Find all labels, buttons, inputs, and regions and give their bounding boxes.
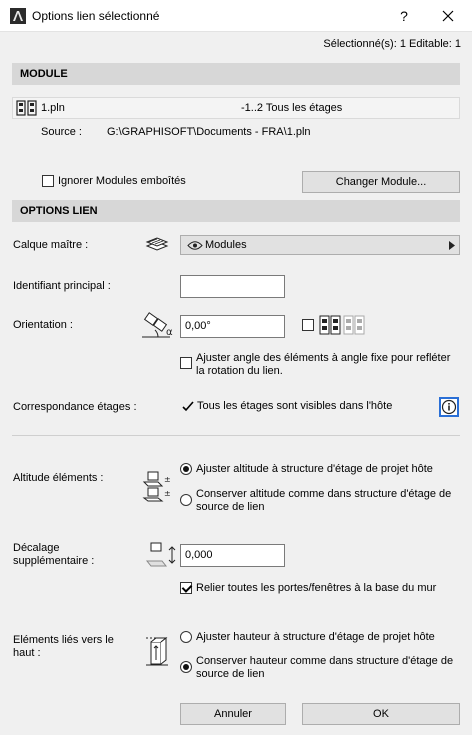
footer-bar: Annuler OK	[0, 693, 472, 735]
info-button[interactable]	[439, 397, 459, 417]
elevation-label: Altitude éléments :	[13, 472, 104, 484]
main-id-label: Identifiant principal :	[13, 280, 111, 292]
module-section-header: MODULE	[12, 63, 460, 85]
master-layer-label: Calque maître :	[13, 239, 89, 251]
layer-icon	[145, 237, 169, 251]
svg-text:α: α	[166, 327, 173, 338]
help-button[interactable]: ?	[392, 6, 416, 26]
story-match-value: Tous les étages sont visibles dans l'hôt…	[197, 400, 393, 412]
master-layer-dropdown[interactable]: Modules	[180, 235, 460, 255]
top-option-adjust: Ajuster hauteur à structure d'étage de p…	[196, 631, 435, 643]
svg-text:±: ±	[164, 489, 171, 498]
orientation-angle-icon: α	[142, 312, 173, 338]
offset-label: Décalage supplémentaire :	[13, 542, 95, 567]
cancel-button[interactable]: Annuler	[180, 703, 286, 725]
mirror-checkbox[interactable]	[302, 319, 314, 331]
top-linked-icon	[146, 636, 168, 666]
checkmark-icon	[182, 401, 194, 412]
title-bar: Options lien sélectionné ?	[0, 0, 472, 32]
svg-text:±: ±	[164, 475, 171, 484]
mirror-module-icon	[319, 315, 365, 335]
main-id-input[interactable]	[180, 275, 285, 298]
elevation-icon: ± ±	[142, 471, 171, 502]
selection-info: Sélectionné(s): 1 Editable: 1	[323, 38, 461, 50]
chevron-right-icon	[449, 241, 455, 250]
window-title: Options lien sélectionné	[32, 9, 160, 23]
adjust-angle-checkbox[interactable]	[180, 357, 192, 369]
offset-input[interactable]: 0,000	[180, 544, 285, 567]
elevation-radio-adjust[interactable]	[180, 463, 192, 475]
elevation-radio-keep[interactable]	[180, 494, 192, 506]
elevation-option-keep: Conserver altitude comme dans structure …	[196, 488, 452, 513]
link-options-section-header: OPTIONS LIEN	[12, 200, 460, 222]
info-icon	[441, 399, 457, 415]
top-option-keep: Conserver hauteur comme dans structure d…	[196, 655, 454, 680]
module-stories: -1..2 Tous les étages	[241, 102, 343, 114]
top-radio-adjust[interactable]	[180, 631, 192, 643]
doors-windows-label: Relier toutes les portes/fenêtres à la b…	[196, 582, 437, 594]
source-label: Source :	[41, 126, 82, 138]
offset-icon	[145, 542, 176, 567]
ok-button[interactable]: OK	[302, 703, 460, 725]
top-radio-keep[interactable]	[180, 661, 192, 673]
archicad-app-icon	[10, 8, 26, 24]
module-row[interactable]: 1.pln -1..2 Tous les étages	[12, 97, 460, 119]
module-file-name: 1.pln	[41, 102, 65, 114]
section-divider	[12, 435, 460, 436]
eye-icon	[187, 241, 203, 250]
orientation-label: Orientation :	[13, 319, 73, 331]
top-linked-label: Eléments liés vers le haut :	[13, 634, 114, 659]
ignore-nested-checkbox[interactable]	[42, 175, 54, 187]
change-module-button[interactable]: Changer Module...	[302, 171, 460, 193]
close-icon[interactable]	[436, 6, 460, 26]
elevation-option-adjust: Ajuster altitude à structure d'étage de …	[196, 463, 433, 475]
story-match-label: Correspondance étages :	[13, 401, 137, 413]
ignore-nested-label: Ignorer Modules emboîtés	[58, 175, 186, 187]
adjust-angle-label: Ajuster angle des éléments à angle fixe …	[196, 352, 451, 377]
orientation-input[interactable]: 0,00°	[180, 315, 285, 338]
master-layer-value: Modules	[205, 239, 247, 251]
source-path: G:\GRAPHISOFT\Documents - FRA\1.pln	[107, 126, 311, 138]
doors-windows-checkbox[interactable]	[180, 582, 192, 594]
module-file-icon	[16, 100, 37, 116]
